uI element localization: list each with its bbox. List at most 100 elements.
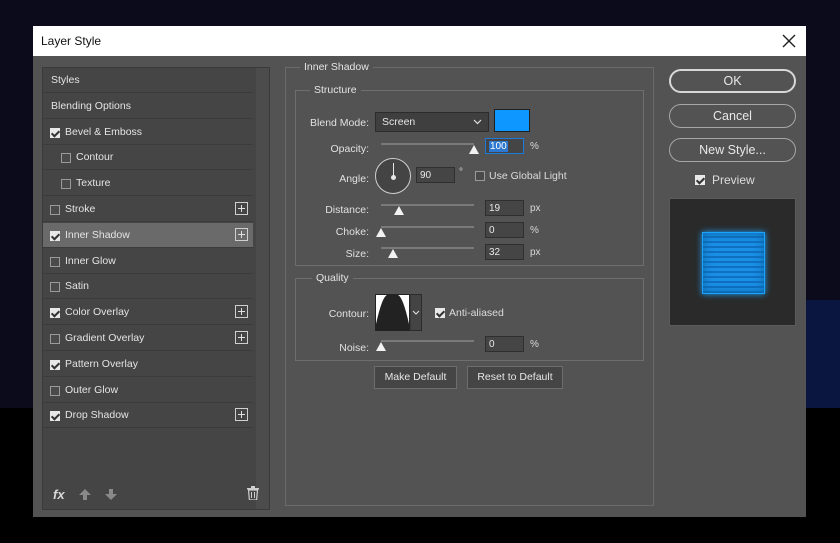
opacity-input[interactable]: 100 [485, 138, 524, 154]
style-item-label: Blending Options [51, 99, 131, 112]
add-effect-icon[interactable] [235, 202, 248, 215]
noise-input[interactable]: 0 [485, 336, 524, 352]
style-item-checkbox[interactable] [50, 308, 60, 319]
noise-slider-track[interactable] [381, 340, 474, 342]
style-item-checkbox[interactable] [50, 230, 60, 241]
title-bar: Layer Style [33, 26, 806, 56]
style-item-inner-glow[interactable]: Inner Glow [43, 249, 253, 274]
preview-label: Preview [712, 173, 755, 187]
style-item-checkbox[interactable] [50, 411, 60, 422]
blend-mode-select[interactable]: Screen [375, 112, 489, 132]
angle-unit: ° [459, 167, 463, 178]
style-item-label: Bevel & Emboss [65, 125, 143, 138]
style-item-label: Contour [76, 151, 114, 164]
distance-label: Distance: [325, 204, 369, 216]
angle-label: Angle: [339, 173, 369, 185]
quality-title: Quality [312, 272, 353, 284]
choke-slider-track[interactable] [381, 226, 474, 228]
style-item-bevel-emboss[interactable]: Bevel & Emboss [43, 120, 253, 145]
style-item-label: Inner Shadow [65, 228, 130, 241]
style-item-checkbox[interactable] [50, 385, 60, 396]
style-item-checkbox[interactable] [50, 359, 60, 370]
size-input[interactable]: 32 [485, 244, 524, 260]
angle-dial[interactable] [375, 158, 411, 194]
opacity-label: Opacity: [330, 143, 369, 155]
noise-label: Noise: [339, 342, 369, 354]
choke-input[interactable]: 0 [485, 222, 524, 238]
choke-slider-thumb[interactable] [376, 228, 386, 237]
add-effect-icon[interactable] [235, 305, 248, 319]
ok-button[interactable]: OK [669, 69, 796, 93]
style-item-color-overlay[interactable]: Color Overlay [43, 300, 253, 326]
quality-group: Quality Contour: Anti-aliased Noise: 0 % [295, 272, 644, 361]
shadow-color-swatch[interactable] [494, 109, 530, 132]
trash-icon[interactable] [247, 486, 259, 500]
inner-shadow-panel: Inner Shadow Structure Blend Mode: Scree… [285, 61, 654, 506]
style-item-checkbox[interactable] [61, 179, 71, 190]
anti-aliased-checkbox[interactable] [435, 308, 445, 318]
add-effect-icon[interactable] [235, 331, 248, 344]
style-item-texture[interactable]: Texture [43, 171, 253, 197]
blend-mode-value: Screen [382, 116, 416, 128]
noise-slider-thumb[interactable] [376, 342, 386, 351]
window-title: Layer Style [41, 34, 102, 48]
preview-checkbox[interactable] [695, 175, 705, 185]
size-label: Size: [345, 248, 369, 260]
style-item-inner-shadow[interactable]: Inner Shadow [43, 222, 253, 248]
style-item-label: Styles [51, 74, 80, 86]
new-style-button[interactable]: New Style... [669, 138, 796, 162]
opacity-unit: % [530, 141, 539, 152]
styles-list: Styles Blending Options Bevel & Emboss Cont… [42, 67, 270, 510]
close-icon[interactable] [778, 30, 800, 52]
angle-input[interactable]: 90 [416, 167, 455, 183]
style-item-drop-shadow[interactable]: Drop Shadow [43, 403, 253, 429]
section-title: Inner Shadow [300, 61, 373, 73]
styles-list-scrollbar[interactable] [256, 68, 269, 509]
style-item-checkbox[interactable] [61, 153, 71, 164]
style-item-blending-options[interactable]: Blending Options [43, 94, 253, 119]
reset-to-default-button[interactable]: Reset to Default [467, 366, 563, 389]
distance-unit: px [530, 203, 541, 214]
use-global-light-checkbox[interactable] [475, 171, 485, 181]
distance-input[interactable]: 19 [485, 200, 524, 216]
style-item-label: Color Overlay [65, 306, 130, 319]
layer-style-dialog: Layer Style Styles Blending Options Bevel … [33, 26, 806, 517]
style-item-contour[interactable]: Contour [43, 145, 253, 171]
contour-picker[interactable] [375, 294, 422, 331]
style-item-outer-glow[interactable]: Outer Glow [43, 378, 253, 403]
chevron-down-icon [473, 119, 482, 125]
opacity-slider-thumb[interactable] [469, 145, 479, 154]
style-item-label: Satin [65, 280, 89, 293]
style-item-label: Texture [76, 177, 111, 190]
style-item-styles[interactable]: Styles [43, 68, 253, 93]
style-item-pattern-overlay[interactable]: Pattern Overlay [43, 352, 253, 377]
style-item-label: Outer Glow [65, 383, 119, 396]
fx-menu-button[interactable]: fx [53, 487, 65, 502]
style-item-checkbox[interactable] [50, 205, 60, 215]
style-item-stroke[interactable]: Stroke [43, 197, 253, 222]
add-effect-icon[interactable] [235, 227, 248, 241]
size-slider-thumb[interactable] [388, 249, 399, 258]
choke-label: Choke: [335, 226, 369, 238]
anti-aliased-label: Anti-aliased [449, 307, 504, 319]
style-item-label: Gradient Overlay [65, 332, 145, 344]
noise-unit: % [530, 339, 539, 350]
cancel-button[interactable]: Cancel [669, 104, 796, 128]
style-item-label: Stroke [65, 203, 96, 215]
move-down-icon[interactable] [105, 489, 117, 500]
style-item-checkbox[interactable] [50, 282, 60, 293]
style-item-checkbox[interactable] [50, 334, 60, 344]
style-item-checkbox[interactable] [50, 127, 60, 138]
make-default-button[interactable]: Make Default [374, 366, 457, 389]
style-item-gradient-overlay[interactable]: Gradient Overlay [43, 326, 253, 351]
move-up-icon[interactable] [79, 489, 91, 500]
add-effect-icon[interactable] [235, 408, 248, 422]
choke-unit: % [530, 225, 539, 236]
background-blue-edge [806, 300, 840, 408]
blend-mode-label: Blend Mode: [310, 117, 369, 129]
style-item-checkbox[interactable] [50, 256, 60, 267]
size-unit: px [530, 247, 541, 258]
style-item-satin[interactable]: Satin [43, 274, 253, 300]
distance-slider-thumb[interactable] [393, 206, 404, 215]
opacity-slider-track[interactable] [381, 143, 474, 145]
